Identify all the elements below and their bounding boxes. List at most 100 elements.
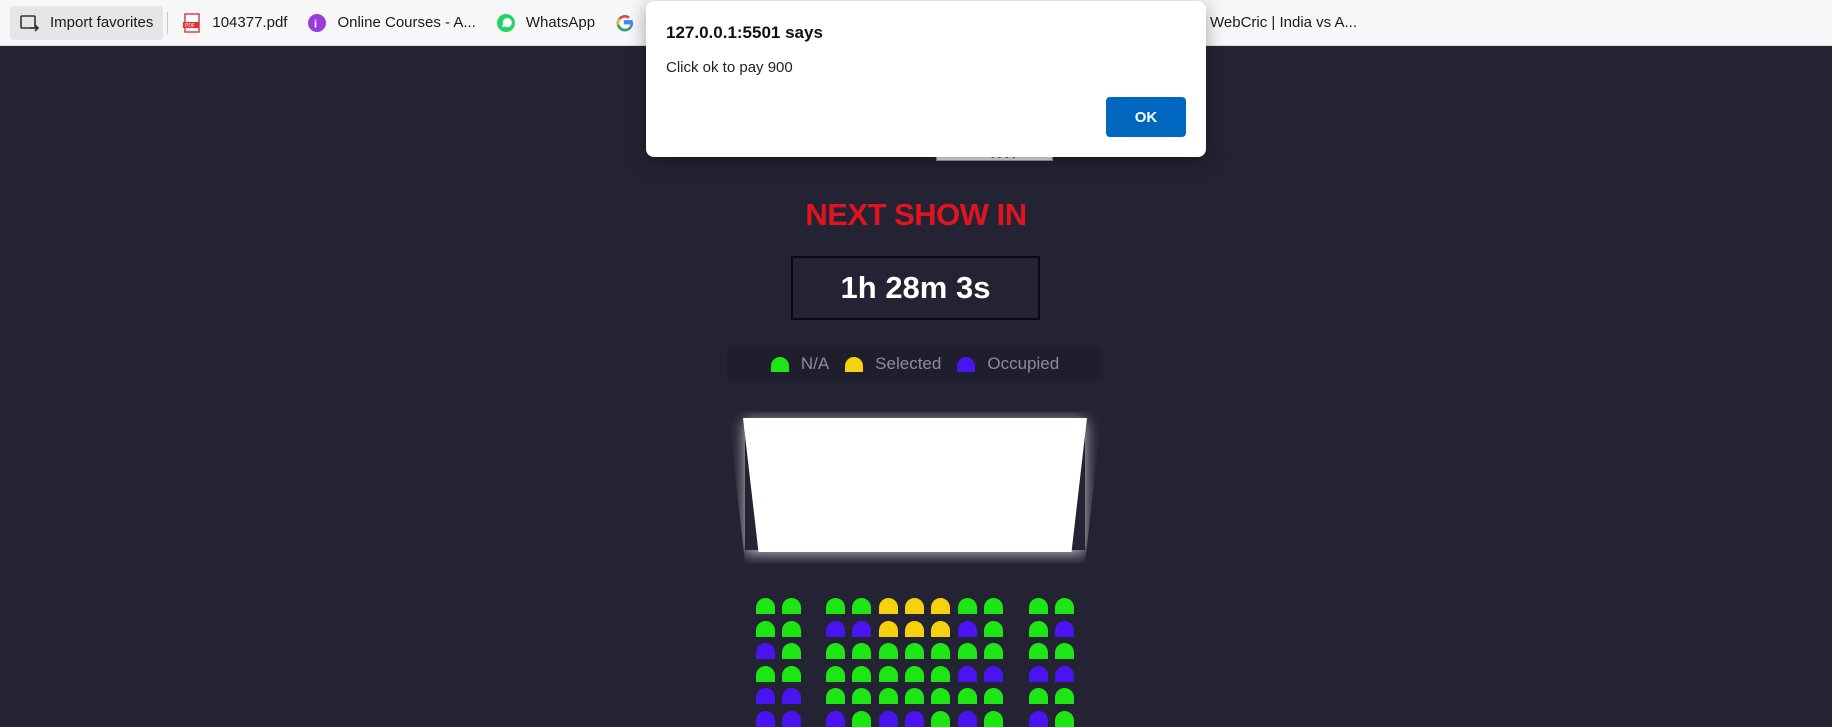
legend-label: Selected bbox=[875, 354, 942, 373]
svg-text:PDF: PDF bbox=[185, 23, 195, 29]
alert-title: 127.0.0.1:5501 says bbox=[666, 23, 823, 42]
bookmark-label: Import favorites bbox=[50, 14, 154, 31]
seat[interactable] bbox=[931, 621, 950, 637]
seat[interactable] bbox=[879, 598, 898, 614]
seat[interactable] bbox=[826, 666, 845, 682]
seat[interactable] bbox=[958, 598, 977, 614]
bookmark-label: Online Courses - A... bbox=[337, 14, 476, 31]
seat[interactable] bbox=[852, 643, 871, 659]
seat[interactable] bbox=[852, 711, 871, 727]
seat[interactable] bbox=[1029, 711, 1048, 727]
seat-legend: N/A Selected Occupied bbox=[727, 347, 1103, 381]
seat[interactable] bbox=[782, 711, 801, 727]
seat[interactable] bbox=[879, 711, 898, 727]
bookmark-online-courses[interactable]: i Online Courses - A... bbox=[297, 6, 485, 40]
seat[interactable] bbox=[905, 621, 924, 637]
seat[interactable] bbox=[984, 688, 1003, 704]
bookmark-label: WebCric | India vs A... bbox=[1210, 14, 1358, 31]
seat[interactable] bbox=[984, 598, 1003, 614]
seat[interactable] bbox=[1055, 598, 1074, 614]
seat-na-icon bbox=[770, 356, 789, 372]
seat[interactable] bbox=[879, 621, 898, 637]
seat[interactable] bbox=[958, 666, 977, 682]
seat[interactable] bbox=[782, 643, 801, 659]
seat[interactable] bbox=[1055, 666, 1074, 682]
seat[interactable] bbox=[782, 598, 801, 614]
seat[interactable] bbox=[931, 688, 950, 704]
seat-occupied-icon bbox=[957, 356, 976, 372]
seat[interactable] bbox=[1029, 666, 1048, 682]
alert-ok-button[interactable]: OK bbox=[1106, 97, 1186, 137]
seat[interactable] bbox=[958, 688, 977, 704]
seat-selected-icon bbox=[845, 356, 864, 372]
bookmark-label: 104377.pdf bbox=[212, 14, 288, 31]
seat[interactable] bbox=[1055, 711, 1074, 727]
seat[interactable] bbox=[756, 688, 775, 704]
seat[interactable] bbox=[1055, 643, 1074, 659]
seat[interactable] bbox=[984, 711, 1003, 727]
seat[interactable] bbox=[826, 711, 845, 727]
alert-dialog: 127.0.0.1:5501 says Click ok to pay 900 … bbox=[646, 1, 1206, 157]
seat[interactable] bbox=[984, 621, 1003, 637]
next-show-heading: NEXT SHOW IN bbox=[805, 197, 1027, 232]
legend-item-occupied: Occupied bbox=[957, 354, 1059, 374]
seat[interactable] bbox=[756, 666, 775, 682]
seat[interactable] bbox=[931, 711, 950, 727]
seat[interactable] bbox=[1055, 621, 1074, 637]
seat[interactable] bbox=[782, 688, 801, 704]
legend-label: Occupied bbox=[987, 354, 1060, 373]
bookmark-whatsapp[interactable]: WhatsApp bbox=[486, 6, 605, 40]
legend-item-selected: Selected bbox=[845, 354, 941, 374]
course-icon: i bbox=[307, 13, 327, 33]
seat[interactable] bbox=[958, 711, 977, 727]
seat[interactable] bbox=[905, 688, 924, 704]
seat[interactable] bbox=[879, 643, 898, 659]
seat[interactable] bbox=[905, 598, 924, 614]
legend-item-na: N/A bbox=[770, 354, 830, 374]
seat[interactable] bbox=[1029, 621, 1048, 637]
seat[interactable] bbox=[1029, 688, 1048, 704]
bookmark-label: WhatsApp bbox=[525, 14, 596, 31]
seat[interactable] bbox=[826, 598, 845, 614]
seat[interactable] bbox=[756, 621, 775, 637]
seat[interactable] bbox=[879, 688, 898, 704]
seat[interactable] bbox=[852, 598, 871, 614]
seat[interactable] bbox=[931, 643, 950, 659]
seat[interactable] bbox=[931, 666, 950, 682]
legend-label: N/A bbox=[800, 354, 830, 373]
countdown-timer: 1h 28m 3s bbox=[791, 256, 1040, 320]
bookmark-import-favorites[interactable]: Import favorites bbox=[10, 5, 164, 40]
seat[interactable] bbox=[852, 621, 871, 637]
seat[interactable] bbox=[782, 666, 801, 682]
seat[interactable] bbox=[756, 598, 775, 614]
seat[interactable] bbox=[905, 643, 924, 659]
seat[interactable] bbox=[958, 643, 977, 659]
bookmark-divider bbox=[167, 11, 169, 34]
seat[interactable] bbox=[958, 621, 977, 637]
svg-text:i: i bbox=[314, 18, 317, 30]
seat[interactable] bbox=[1055, 688, 1074, 704]
pdf-icon: PDF bbox=[182, 12, 202, 33]
alert-message: Click ok to pay 900 bbox=[666, 59, 793, 76]
bookmark-pdf[interactable]: PDF 104377.pdf bbox=[172, 6, 297, 40]
seat[interactable] bbox=[756, 711, 775, 727]
whatsapp-icon bbox=[496, 13, 516, 33]
movie-screen bbox=[743, 418, 1087, 552]
bookmark-webcric[interactable]: WebCric | India vs A... bbox=[1200, 6, 1367, 40]
seat[interactable] bbox=[905, 711, 924, 727]
seat[interactable] bbox=[984, 643, 1003, 659]
seat[interactable] bbox=[984, 666, 1003, 682]
seat[interactable] bbox=[756, 643, 775, 659]
google-icon bbox=[615, 13, 635, 33]
seat[interactable] bbox=[852, 688, 871, 704]
seat[interactable] bbox=[879, 666, 898, 682]
seat[interactable] bbox=[826, 643, 845, 659]
seat[interactable] bbox=[1029, 598, 1048, 614]
seat[interactable] bbox=[782, 621, 801, 637]
seat[interactable] bbox=[826, 621, 845, 637]
seat[interactable] bbox=[905, 666, 924, 682]
seat[interactable] bbox=[852, 666, 871, 682]
seat[interactable] bbox=[931, 598, 950, 614]
seat[interactable] bbox=[1029, 643, 1048, 659]
seat[interactable] bbox=[826, 688, 845, 704]
